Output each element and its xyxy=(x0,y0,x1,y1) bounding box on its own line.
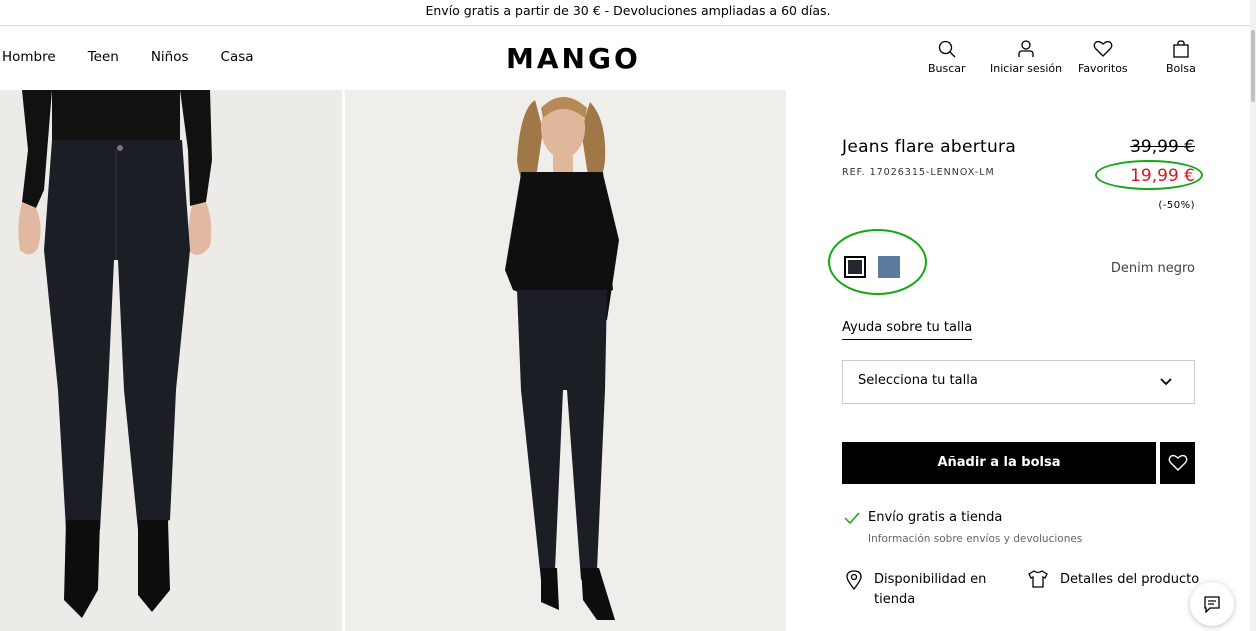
product-title: Jeans flare abertura xyxy=(842,137,1017,157)
nav-teen[interactable]: Teen xyxy=(88,49,119,65)
old-price: 39,99 € xyxy=(1130,137,1195,157)
header: Hombre Teen Niños Casa MANGO Buscar Inic… xyxy=(0,26,1256,90)
nav-ninos[interactable]: Niños xyxy=(151,49,189,65)
login-label: Iniciar sesión xyxy=(990,62,1063,75)
nav-casa[interactable]: Casa xyxy=(221,49,254,65)
chat-button[interactable] xyxy=(1190,582,1234,626)
search-button[interactable]: Buscar xyxy=(928,40,966,75)
chevron-down-icon xyxy=(1160,378,1172,386)
check-icon xyxy=(844,511,860,524)
logo[interactable]: MANGO xyxy=(506,42,641,75)
color-swatch-black[interactable] xyxy=(844,256,866,278)
search-icon xyxy=(938,40,956,58)
add-to-bag-button[interactable]: Añadir a la bolsa xyxy=(842,442,1156,484)
details-label: Detalles del producto xyxy=(1060,572,1200,587)
shipping-info-row: Envío gratis a tienda xyxy=(844,510,1002,525)
search-label: Buscar xyxy=(928,62,966,75)
login-button[interactable]: Iniciar sesión xyxy=(990,40,1062,75)
shipping-info-link[interactable]: Información sobre envíos y devoluciones xyxy=(868,533,1082,545)
main-nav: Hombre Teen Niños Casa xyxy=(2,49,286,65)
bag-label: Bolsa xyxy=(1166,62,1196,75)
size-select[interactable]: Selecciona tu talla xyxy=(842,360,1195,404)
shipping-label: Envío gratis a tienda xyxy=(868,510,1003,525)
black-swatch-fill xyxy=(848,260,862,274)
heart-icon xyxy=(1093,40,1113,57)
chat-icon xyxy=(1204,596,1220,613)
store-availability-button[interactable]: Disponibilidad en tienda xyxy=(846,570,994,610)
availability-label: Disponibilidad en tienda xyxy=(874,572,987,607)
price-highlight-ring xyxy=(1095,160,1203,190)
nav-hombre[interactable]: Hombre xyxy=(2,49,56,65)
color-swatch-blue[interactable] xyxy=(878,256,900,278)
location-pin-icon xyxy=(846,570,862,590)
heart-icon xyxy=(1168,454,1188,471)
bag-button[interactable]: Bolsa xyxy=(1166,40,1196,75)
jeans-closeup-image xyxy=(0,90,342,631)
discount-badge: (-50%) xyxy=(1158,200,1195,211)
model-image xyxy=(345,90,786,631)
favorites-label: Favoritos xyxy=(1078,62,1128,75)
size-help-link[interactable]: Ayuda sobre tu talla xyxy=(842,320,973,340)
product-details-button[interactable]: Detalles del producto xyxy=(1028,570,1199,590)
bag-icon xyxy=(1173,40,1189,58)
product-ref: REF. 17026315-LENNOX-LM xyxy=(842,167,995,178)
product-photo-model[interactable] xyxy=(345,90,786,631)
promo-banner: Envío gratis a partir de 30 € - Devoluci… xyxy=(0,0,1256,26)
selected-color-name: Denim negro xyxy=(1110,261,1195,276)
add-to-favorites-button[interactable] xyxy=(1160,442,1195,484)
product-panel: Jeans flare abertura REF. 17026315-LENNO… xyxy=(786,90,1256,631)
tshirt-icon xyxy=(1028,570,1048,588)
size-select-label: Selecciona tu talla xyxy=(858,373,978,388)
product-photo-closeup[interactable] xyxy=(0,90,342,631)
user-icon xyxy=(1018,40,1034,57)
favorites-button[interactable]: Favoritos xyxy=(1078,40,1128,75)
